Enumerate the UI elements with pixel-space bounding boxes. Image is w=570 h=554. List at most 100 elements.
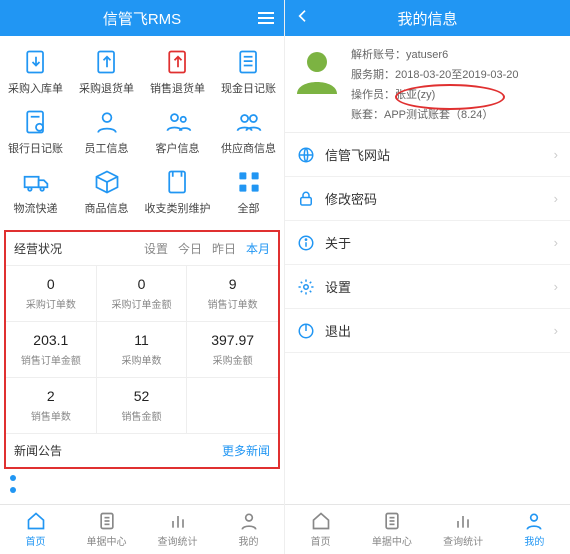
tab-label: 单据中心 [372, 533, 412, 548]
grid-item-supplier-info[interactable]: 供应商信息 [213, 102, 284, 162]
grid-label: 全部 [238, 200, 260, 216]
chevron-right-icon: › [554, 147, 558, 162]
news-title: 新闻公告 [14, 442, 222, 459]
grid-item-logistics[interactable]: 物流快递 [0, 162, 71, 222]
menu-label: 信管飞网站 [325, 145, 544, 164]
stat-label: 采购订单金额 [101, 296, 183, 311]
grid-label: 销售退货单 [150, 80, 205, 96]
grid-item-cash-journal[interactable]: 现金日记账 [213, 42, 284, 102]
news-bullet [10, 475, 16, 481]
news-more-link[interactable]: 更多新闻 [222, 442, 270, 459]
stat-cell [187, 378, 278, 434]
stat-value: 2 [10, 388, 92, 404]
status-settings-link[interactable]: 设置 [144, 240, 168, 257]
tab-label: 首页 [26, 533, 46, 548]
stat-label: 销售订单金额 [10, 352, 92, 367]
tab-label: 查询统计 [443, 533, 483, 548]
menu-item-about[interactable]: 关于 › [285, 221, 570, 265]
stat-value: 9 [191, 276, 274, 292]
tab-orders[interactable]: 单据中心 [71, 505, 142, 554]
account-line: 解析账号：yatuser6 [351, 46, 562, 62]
stat-cell: 0 采购订单数 [6, 266, 97, 322]
stat-cell: 2 销售单数 [6, 378, 97, 434]
tab-home[interactable]: 首页 [285, 505, 356, 554]
grid-label: 收支类别维护 [145, 200, 211, 216]
back-icon[interactable] [295, 8, 311, 28]
tab-label: 我的 [524, 533, 544, 548]
tab-stats[interactable]: 查询统计 [428, 505, 499, 554]
right-title: 我的信息 [397, 8, 457, 29]
business-status-panel: 经营状况 设置 今日 昨日 本月 0 采购订单数 0 采购订单金额 9 销售订单数 203.… [4, 230, 280, 469]
stat-value: 203.1 [10, 332, 92, 348]
tab-orders[interactable]: 单据中心 [356, 505, 427, 554]
operator-line: 操作员：张亚(zy) [351, 86, 562, 102]
news-bullet [10, 487, 16, 493]
grid-item-employee-info[interactable]: 员工信息 [71, 102, 142, 162]
chevron-right-icon: › [554, 279, 558, 294]
status-today-link[interactable]: 今日 [178, 240, 202, 257]
avatar-icon [293, 46, 341, 94]
right-header: 我的信息 [285, 0, 570, 36]
chevron-right-icon: › [554, 323, 558, 338]
chevron-right-icon: › [554, 235, 558, 250]
tab-home[interactable]: 首页 [0, 505, 71, 554]
left-title: 信管飞RMS [103, 8, 181, 29]
tab-label: 首页 [311, 533, 331, 548]
grid-item-category-maint[interactable]: 收支类别维护 [142, 162, 213, 222]
chevron-right-icon: › [554, 191, 558, 206]
grid-item-bank-journal[interactable]: 银行日记账 [0, 102, 71, 162]
stat-cell: 0 采购订单金额 [97, 266, 188, 322]
profile-block: 解析账号：yatuser6 服务期：2018-03-20至2019-03-20 … [285, 36, 570, 132]
grid-label: 客户信息 [156, 140, 200, 156]
tab-mine[interactable]: 我的 [499, 505, 570, 554]
status-title: 经营状况 [14, 240, 134, 257]
left-header: 信管飞RMS [0, 0, 284, 36]
menu-label: 关于 [325, 233, 544, 252]
menu-item-website[interactable]: 信管飞网站 › [285, 133, 570, 177]
stat-cell: 203.1 销售订单金额 [6, 322, 97, 378]
stat-label: 销售订单数 [191, 296, 274, 311]
menu-item-settings[interactable]: 设置 › [285, 265, 570, 309]
grid-item-sales-return[interactable]: 销售退货单 [142, 42, 213, 102]
stat-label: 采购订单数 [10, 296, 92, 311]
menu-item-logout[interactable]: 退出 › [285, 309, 570, 353]
menu-label: 修改密码 [325, 189, 544, 208]
grid-label: 商品信息 [85, 200, 129, 216]
tab-label: 我的 [239, 533, 259, 548]
grid-label: 采购入库单 [8, 80, 63, 96]
stat-cell: 397.97 采购金额 [187, 322, 278, 378]
stat-value: 397.97 [191, 332, 274, 348]
stat-label: 采购单数 [101, 352, 183, 367]
menu-label: 设置 [325, 277, 544, 296]
grid-label: 现金日记账 [221, 80, 276, 96]
tab-stats[interactable]: 查询统计 [142, 505, 213, 554]
stat-value: 0 [10, 276, 92, 292]
grid-label: 员工信息 [85, 140, 129, 156]
tab-label: 单据中心 [87, 533, 127, 548]
stat-label: 销售金额 [101, 408, 183, 423]
status-month-link[interactable]: 本月 [246, 240, 270, 257]
menu-item-change-password[interactable]: 修改密码 › [285, 177, 570, 221]
book-line: 账套：APP测试账套（8.24） [351, 106, 562, 122]
tab-mine[interactable]: 我的 [213, 505, 284, 554]
stat-label: 销售单数 [10, 408, 92, 423]
stat-cell: 11 采购单数 [97, 322, 188, 378]
period-line: 服务期：2018-03-20至2019-03-20 [351, 66, 562, 82]
stat-label: 采购金额 [191, 352, 274, 367]
grid-label: 供应商信息 [221, 140, 276, 156]
grid-item-purchase-return[interactable]: 采购退货单 [71, 42, 142, 102]
tab-label: 查询统计 [158, 533, 198, 548]
grid-item-product-info[interactable]: 商品信息 [71, 162, 142, 222]
menu-label: 退出 [325, 321, 544, 340]
menu-icon[interactable] [258, 12, 274, 24]
stat-value: 52 [101, 388, 183, 404]
status-yesterday-link[interactable]: 昨日 [212, 240, 236, 257]
stat-value: 0 [101, 276, 183, 292]
grid-label: 银行日记账 [8, 140, 63, 156]
grid-item-purchase-in[interactable]: 采购入库单 [0, 42, 71, 102]
stat-cell: 9 销售订单数 [187, 266, 278, 322]
stat-cell: 52 销售金额 [97, 378, 188, 434]
grid-item-all[interactable]: 全部 [213, 162, 284, 222]
stat-value: 11 [101, 332, 183, 348]
grid-item-customer-info[interactable]: 客户信息 [142, 102, 213, 162]
